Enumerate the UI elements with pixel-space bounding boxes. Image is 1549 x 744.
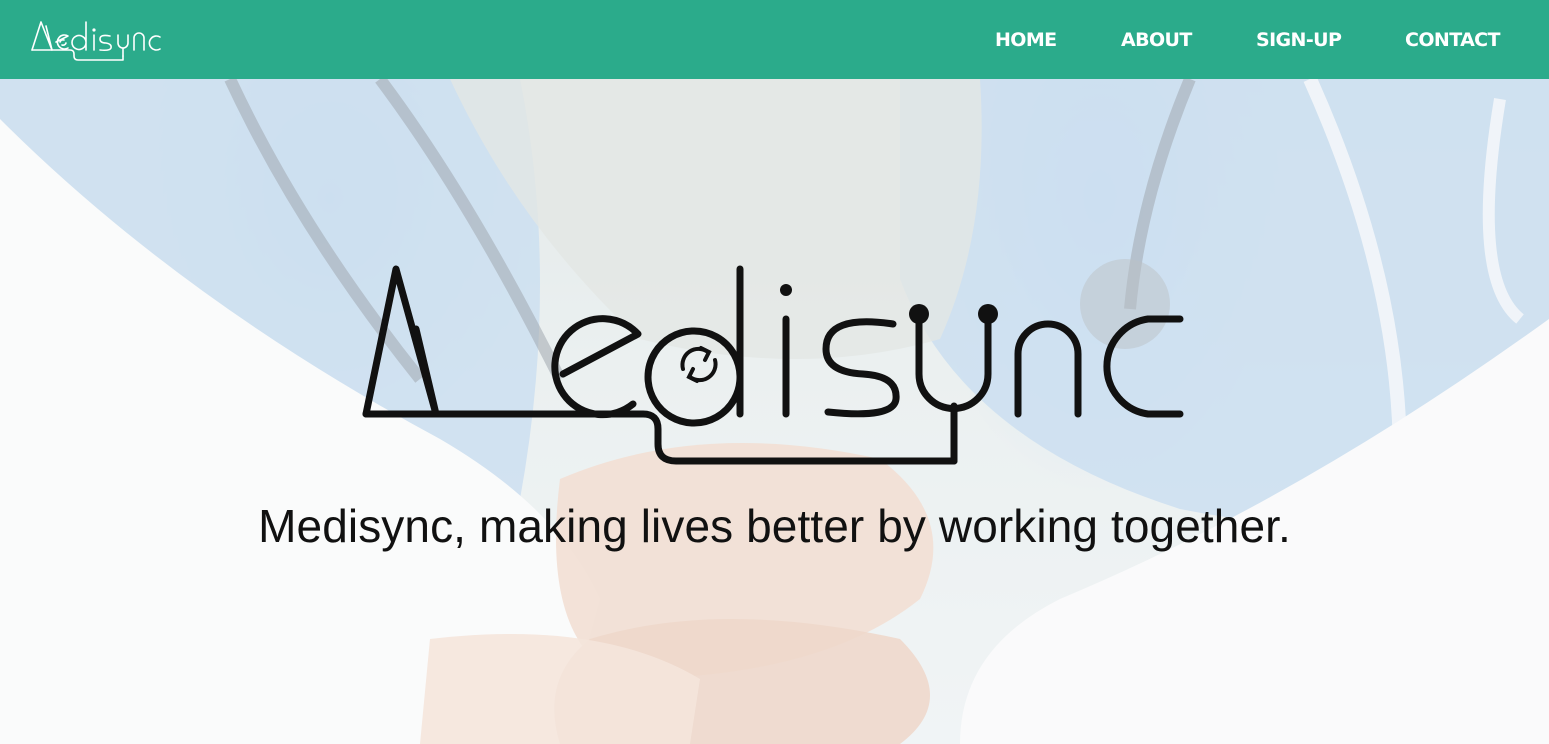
hero-section: Medisync, making lives better by working… — [0, 79, 1549, 744]
hero-tagline: Medisync, making lives better by working… — [258, 500, 1291, 552]
nav-contact-link[interactable]: CONTACT — [1405, 29, 1501, 51]
top-navigation-bar: HOME ABOUT SIGN-UP CONTACT — [0, 0, 1549, 79]
nav-signup-link[interactable]: SIGN-UP — [1256, 29, 1342, 51]
nav-about-link[interactable]: ABOUT — [1121, 29, 1192, 51]
nav-logo[interactable] — [30, 16, 206, 64]
nav-home-link[interactable]: HOME — [995, 29, 1057, 51]
hero-medisync-logo — [362, 265, 1184, 465]
